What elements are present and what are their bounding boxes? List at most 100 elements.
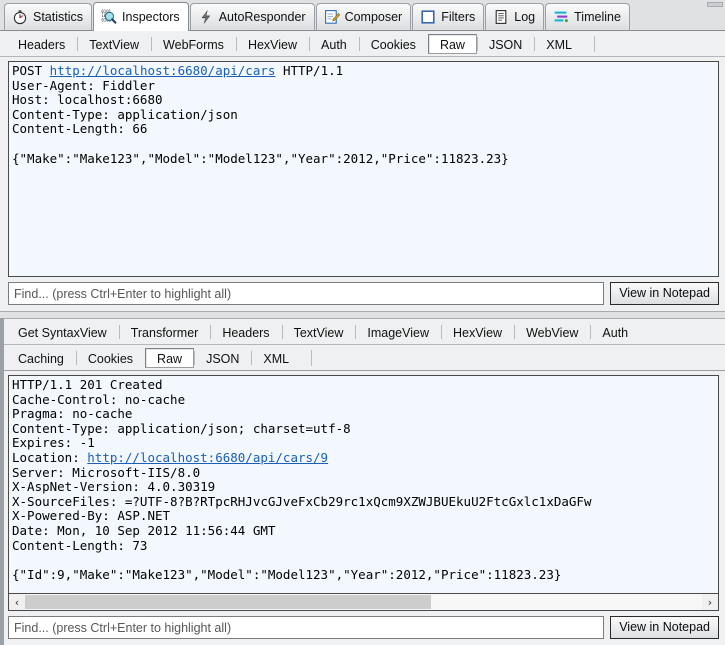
response-find-input[interactable]: Find... (press Ctrl+Enter to highlight a… — [8, 616, 605, 639]
request-raw-text: POST http://localhost:6680/api/cars HTTP… — [12, 63, 718, 166]
pane-splitter[interactable] — [0, 311, 725, 319]
tab-label: Cookies — [370, 37, 416, 52]
tab-label: Headers — [222, 325, 270, 340]
tab-label: Raw — [157, 351, 183, 366]
request-tab-hexview[interactable]: HexView — [235, 34, 309, 54]
request-tab-divider — [594, 35, 595, 52]
response-viewer-wrap: HTTP/1.1 201 Created Cache-Control: no-c… — [0, 371, 725, 594]
response-tab-xml[interactable]: XML — [251, 348, 301, 368]
response-pane: Get SyntaxView Transformer Headers TextV… — [0, 319, 725, 645]
main-tab-label: AutoResponder — [218, 10, 306, 24]
tab-label: Auth — [321, 37, 347, 52]
main-tab-statistics[interactable]: Statistics — [4, 3, 93, 30]
request-url-link[interactable]: http://localhost:6680/api/cars — [50, 63, 276, 78]
tab-label: Get SyntaxView — [18, 325, 107, 340]
tab-label: ImageView — [367, 325, 429, 340]
response-tab-bar-row1: Get SyntaxView Transformer Headers TextV… — [0, 319, 725, 345]
tab-label: Transformer — [130, 325, 199, 340]
request-tab-auth[interactable]: Auth — [309, 34, 359, 54]
left-edge-rail — [0, 318, 4, 645]
response-tab-caching[interactable]: Caching — [6, 348, 76, 368]
request-tab-headers[interactable]: Headers — [6, 34, 77, 54]
tab-label: JSON — [206, 351, 240, 366]
response-tab-imageview[interactable]: ImageView — [355, 322, 441, 342]
main-tab-label: Timeline — [574, 10, 621, 24]
request-tab-json[interactable]: JSON — [476, 34, 534, 54]
tab-label: Caching — [18, 351, 64, 366]
request-view-in-notepad-button[interactable]: View in Notepad — [610, 282, 719, 305]
response-tab-divider — [311, 349, 313, 366]
response-tab-textview[interactable]: TextView — [281, 322, 356, 342]
main-tab-label: Composer — [344, 10, 403, 24]
request-find-input[interactable]: Find... (press Ctrl+Enter to highlight a… — [8, 282, 605, 305]
main-tab-inspectors[interactable]: 010110100101 Inspectors — [93, 2, 189, 31]
tab-label: Auth — [602, 325, 629, 340]
request-viewer-wrap: POST http://localhost:6680/api/cars HTTP… — [0, 57, 725, 277]
notepad-pencil-icon — [324, 10, 340, 24]
request-tab-raw[interactable]: Raw — [427, 33, 477, 54]
tab-label: Cookies — [87, 351, 134, 366]
response-tab-headers[interactable]: Headers — [210, 322, 281, 342]
request-tab-textview[interactable]: TextView — [77, 34, 151, 54]
timeline-bars-icon — [554, 11, 569, 23]
tab-label: XML — [546, 37, 572, 52]
response-tail: Server: Microsoft-IIS/8.0 X-AspNet-Versi… — [12, 464, 592, 582]
request-find-placeholder: Find... (press Ctrl+Enter to highlight a… — [14, 286, 232, 301]
main-tab-filters[interactable]: Filters — [412, 3, 485, 30]
blue-square-icon — [421, 10, 435, 24]
response-tab-hexview[interactable]: HexView — [440, 322, 514, 342]
main-tab-timeline[interactable]: Timeline — [545, 3, 630, 30]
response-find-bar: Find... (press Ctrl+Enter to highlight a… — [0, 611, 725, 645]
main-tab-autoresponder[interactable]: AutoResponder — [189, 3, 315, 30]
main-tab-bar: Statistics 010110100101 Inspectors AutoR… — [0, 0, 725, 31]
lightning-bolt-icon — [201, 10, 210, 24]
request-tab-bar: Headers TextView WebForms HexView Auth C… — [0, 31, 725, 57]
tab-label: JSON — [488, 37, 523, 52]
response-tab-raw[interactable]: Raw — [145, 347, 195, 368]
scroll-right-arrow-icon[interactable]: › — [702, 594, 718, 610]
response-tab-bar-row2: Caching Cookies Raw JSON XML — [0, 345, 725, 371]
response-raw-text: HTTP/1.1 201 Created Cache-Control: no-c… — [12, 377, 718, 582]
response-location-link[interactable]: http://localhost:6680/api/cars/9 — [87, 450, 328, 465]
tab-label: WebForms — [163, 37, 224, 52]
tab-label: Headers — [18, 37, 66, 52]
scrollbar-thumb[interactable] — [25, 595, 432, 609]
response-horizontal-scrollbar[interactable]: ‹ › — [8, 594, 719, 611]
document-icon — [495, 10, 507, 24]
request-http-version: HTTP/1.1 — [275, 63, 344, 78]
request-tab-xml[interactable]: XML — [534, 34, 584, 54]
tab-label: HexView — [452, 325, 503, 340]
inspectors-icon: 010110100101 — [101, 9, 117, 24]
request-tab-cookies[interactable]: Cookies — [358, 34, 428, 54]
tab-label: TextView — [293, 325, 344, 340]
response-tab-get-syntaxview[interactable]: Get SyntaxView — [6, 322, 119, 342]
main-tab-label: Log — [514, 10, 536, 24]
request-method: POST — [12, 63, 50, 78]
response-tab-auth[interactable]: Auth — [590, 322, 640, 342]
request-tab-webforms[interactable]: WebForms — [151, 34, 236, 54]
response-find-placeholder: Find... (press Ctrl+Enter to highlight a… — [14, 620, 232, 635]
window-corner-decoration — [707, 2, 723, 7]
response-tab-webview[interactable]: WebView — [514, 322, 590, 342]
tab-label: HexView — [247, 37, 298, 52]
main-tab-label: Statistics — [33, 10, 84, 24]
main-tab-label: Filters — [441, 10, 476, 24]
tab-label: XML — [263, 351, 290, 366]
request-headers-and-body: User-Agent: Fiddler Host: localhost:6680… — [12, 77, 509, 166]
scroll-left-arrow-icon[interactable]: ‹ — [9, 594, 25, 610]
request-pane: Headers TextView WebForms HexView Auth C… — [0, 31, 725, 311]
scrollbar-track[interactable] — [25, 594, 702, 610]
tab-label: WebView — [526, 325, 579, 340]
tab-label: TextView — [89, 37, 140, 52]
stopwatch-icon — [13, 10, 27, 25]
request-raw-viewer[interactable]: POST http://localhost:6680/api/cars HTTP… — [8, 61, 719, 277]
response-tab-transformer[interactable]: Transformer — [118, 322, 211, 342]
response-view-in-notepad-button[interactable]: View in Notepad — [610, 616, 719, 639]
response-tab-cookies[interactable]: Cookies — [75, 348, 145, 368]
request-find-bar: Find... (press Ctrl+Enter to highlight a… — [0, 277, 725, 311]
response-raw-viewer[interactable]: HTTP/1.1 201 Created Cache-Control: no-c… — [8, 375, 719, 594]
main-tab-log[interactable]: Log — [485, 3, 545, 30]
main-tab-composer[interactable]: Composer — [315, 3, 412, 30]
response-tab-json[interactable]: JSON — [194, 348, 251, 368]
fiddler-inspectors-window: Statistics 010110100101 Inspectors AutoR… — [0, 0, 725, 645]
